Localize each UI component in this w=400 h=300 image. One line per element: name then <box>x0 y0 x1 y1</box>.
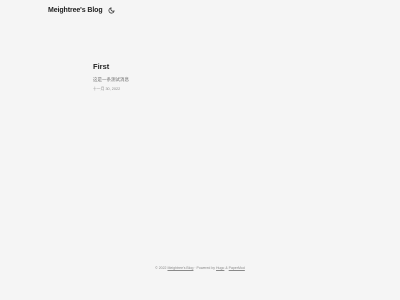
post-title[interactable]: First <box>93 62 313 72</box>
footer-copyright: © 2022 <box>155 266 168 270</box>
footer-site-link[interactable]: Meightree's Blog <box>167 266 193 270</box>
theme-toggle-button[interactable] <box>107 6 116 15</box>
post-excerpt: 这是一条测试消息 <box>93 77 129 82</box>
post-date: 十一月 30, 2022 <box>93 87 121 91</box>
footer-powered-by: · Powered by <box>193 266 217 270</box>
site-footer: © 2022 Meightree's Blog · Powered by Hug… <box>0 265 400 271</box>
site-header: Meightree's Blog <box>48 4 116 16</box>
footer-papermod-link[interactable]: PaperMod <box>229 266 245 270</box>
moon-icon <box>108 7 115 13</box>
site-title-link[interactable]: Meightree's Blog <box>48 7 103 14</box>
page: Meightree's Blog First 这是一条测试消息 十一月 30, … <box>0 0 400 300</box>
post-entry[interactable]: First 这是一条测试消息 十一月 30, 2022 <box>93 62 313 92</box>
